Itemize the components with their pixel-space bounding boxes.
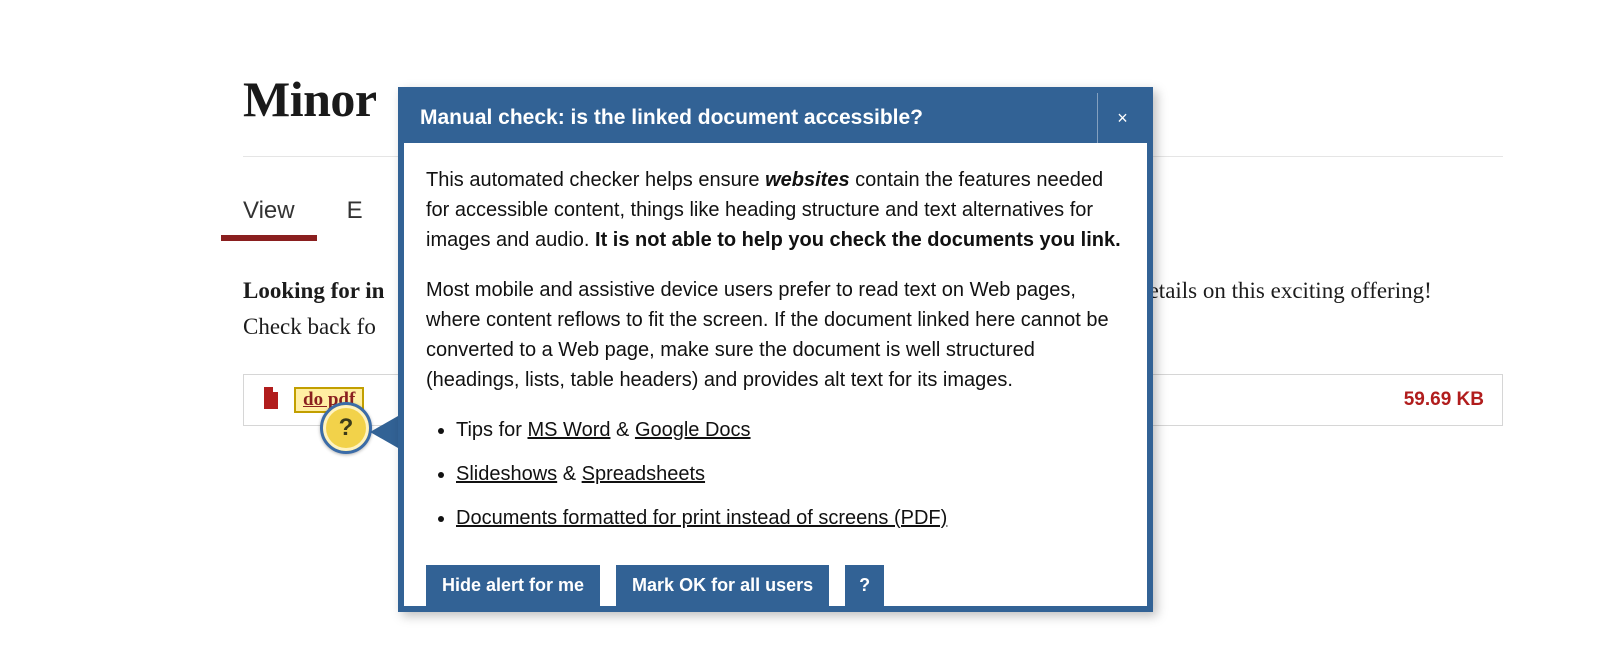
close-icon: × bbox=[1117, 108, 1128, 129]
tab-view[interactable]: View bbox=[243, 197, 295, 237]
accessibility-alert-marker[interactable]: ? bbox=[320, 402, 372, 454]
link-pdf-docs[interactable]: Documents formatted for print instead of… bbox=[456, 507, 947, 529]
tab-edit[interactable]: E bbox=[347, 197, 363, 237]
dialog-header: Manual check: is the linked document acc… bbox=[404, 93, 1147, 143]
dialog-paragraph-2: Most mobile and assistive device users p… bbox=[426, 275, 1125, 395]
text-emph: websites bbox=[765, 169, 849, 191]
text: & bbox=[557, 463, 581, 485]
pdf-file-icon bbox=[262, 387, 280, 414]
dialog-title: Manual check: is the linked document acc… bbox=[404, 93, 1097, 143]
text-strong: It is not able to help you check the doc… bbox=[595, 229, 1121, 251]
text: This automated checker helps ensure bbox=[426, 169, 765, 191]
link-spreadsheets[interactable]: Spreadsheets bbox=[582, 463, 705, 485]
text: Tips for bbox=[456, 419, 528, 441]
text: & bbox=[610, 419, 634, 441]
link-google-docs[interactable]: Google Docs bbox=[635, 419, 751, 441]
dialog-paragraph-1: This automated checker helps ensure webs… bbox=[426, 165, 1125, 255]
tooltip-arrow-icon bbox=[370, 416, 398, 448]
help-button[interactable]: ? bbox=[845, 565, 884, 606]
list-item: Tips for MS Word & Google Docs bbox=[456, 415, 1125, 445]
intro-lead: Looking for in bbox=[243, 278, 384, 303]
hide-alert-button[interactable]: Hide alert for me bbox=[426, 565, 600, 606]
mark-ok-button[interactable]: Mark OK for all users bbox=[616, 565, 829, 606]
link-ms-word[interactable]: MS Word bbox=[528, 419, 611, 441]
link-slideshows[interactable]: Slideshows bbox=[456, 463, 557, 485]
accessibility-dialog: Manual check: is the linked document acc… bbox=[398, 87, 1153, 612]
list-item: Slideshows & Spreadsheets bbox=[456, 459, 1125, 489]
dialog-tips-list: Tips for MS Word & Google Docs Slideshow… bbox=[426, 415, 1125, 533]
intro-trail: letails on this exciting offering! bbox=[1142, 278, 1432, 303]
dialog-body: This automated checker helps ensure webs… bbox=[404, 143, 1147, 565]
file-size: 59.69 KB bbox=[1404, 389, 1484, 411]
intro-line2: Check back fo bbox=[243, 314, 376, 339]
dialog-actions: Hide alert for me Mark OK for all users … bbox=[404, 565, 1147, 606]
list-item: Documents formatted for print instead of… bbox=[456, 503, 1125, 533]
dialog-close-button[interactable]: × bbox=[1097, 93, 1147, 143]
